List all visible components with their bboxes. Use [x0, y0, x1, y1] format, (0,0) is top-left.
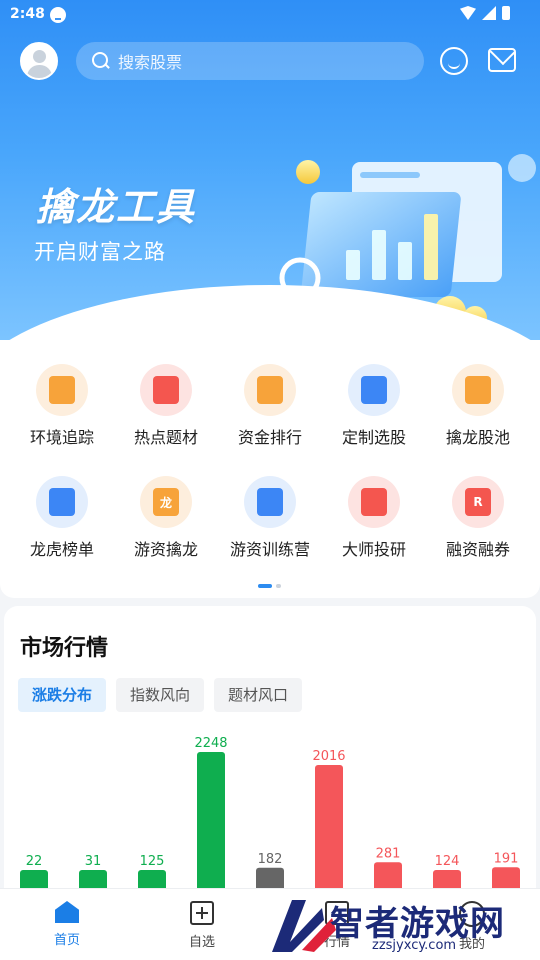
feature-item[interactable]: 大师投研	[322, 476, 426, 560]
hot-icon	[140, 364, 192, 416]
cellular-icon	[482, 6, 496, 20]
dragon-book-icon: 龙	[140, 476, 192, 528]
chart-value-label: 124	[435, 854, 460, 869]
coin-icon	[296, 160, 320, 184]
nav-watchlist[interactable]: 自选	[167, 901, 237, 950]
document-icon	[348, 364, 400, 416]
chart-value-label: 125	[140, 854, 165, 869]
search-placeholder: 搜索股票	[118, 53, 183, 72]
feature-item[interactable]: 游资训练营	[218, 476, 322, 560]
chart-value-label: 281	[376, 846, 401, 861]
feature-item[interactable]: 定制选股	[322, 364, 426, 448]
chart-doc-icon	[36, 364, 88, 416]
feature-label: 擒龙股池	[445, 428, 510, 447]
feature-label: 融资融券	[445, 540, 510, 559]
training-book-icon	[244, 476, 296, 528]
chat-icon[interactable]	[440, 47, 468, 75]
chart-value-label: 2248	[194, 736, 227, 751]
status-bar: 2:48	[0, 0, 540, 30]
feature-label: 游资擒龙	[133, 540, 198, 559]
feature-item[interactable]: 热点题材	[114, 364, 218, 448]
market-card: 市场行情 涨跌分布 指数风向 题材风口 22 31 125 2248 182 2016 281 1…	[4, 606, 536, 896]
feature-label: 资金排行	[237, 428, 302, 447]
market-tab[interactable]: 涨跌分布	[18, 678, 107, 712]
hero-banner: 2:48 搜索股票 擒龙工具 开启财富之路	[0, 0, 540, 340]
feature-item[interactable]: 资金排行	[218, 364, 322, 448]
list-doc-icon	[452, 364, 504, 416]
research-doc-icon	[348, 476, 400, 528]
chart-value-label: 2016	[312, 749, 345, 764]
nav-watchlist-label: 自选	[188, 935, 215, 950]
feature-grid-card: 环境追踪 热点题材 资金排行 定制选股 擒龙股池 龙虎榜单龙游资擒龙 游资训练营 大师投研 R 融…	[0, 340, 540, 598]
margin-ticket-icon: R	[452, 476, 504, 528]
battery-icon	[502, 6, 510, 20]
avatar[interactable]	[20, 42, 58, 80]
top-bar: 搜索股票	[20, 42, 520, 80]
search-icon	[92, 52, 110, 70]
search-bar[interactable]: 搜索股票	[76, 42, 424, 80]
feature-item[interactable]: R 融资融券	[426, 476, 530, 560]
download-icon	[50, 7, 66, 23]
feature-grid: 环境追踪 热点题材 资金排行 定制选股 擒龙股池 龙虎榜单龙游资擒龙 游资训练营 大师投研 R 融…	[10, 364, 530, 560]
market-tab[interactable]: 题材风口	[214, 678, 303, 712]
market-tab[interactable]: 指数风向	[116, 678, 205, 712]
home-icon	[55, 901, 79, 923]
chart-bar	[197, 752, 225, 896]
status-time: 2:48	[10, 6, 45, 22]
trend-shield-icon	[244, 364, 296, 416]
chart-bar	[315, 765, 343, 896]
rise-fall-chart: 22 31 125 2248 182 2016 281 124 191	[20, 736, 520, 896]
mail-icon[interactable]	[488, 48, 516, 72]
feature-label: 热点题材	[133, 428, 198, 447]
page-indicator	[258, 584, 281, 588]
feature-label: 大师投研	[341, 540, 406, 559]
feature-label: 环境追踪	[29, 428, 94, 447]
watchlist-icon	[190, 901, 214, 925]
feature-item[interactable]: 龙游资擒龙	[114, 476, 218, 560]
book-icon	[36, 476, 88, 528]
nav-home-label: 首页	[53, 933, 80, 948]
chart-value-label: 31	[85, 854, 102, 869]
nav-home[interactable]: 首页	[32, 901, 102, 948]
banner-subtitle: 开启财富之路	[34, 240, 166, 264]
banner-title: 擒龙工具	[36, 185, 197, 229]
wifi-icon	[460, 6, 476, 20]
feature-item[interactable]: 龙虎榜单	[10, 476, 114, 560]
feature-item[interactable]: 擒龙股池	[426, 364, 530, 448]
feature-label: 龙虎榜单	[29, 540, 94, 559]
feature-item[interactable]: 环境追踪	[10, 364, 114, 448]
watermark-url: zzsjyxcy.com	[372, 938, 457, 953]
feature-label: 游资训练营	[229, 540, 310, 559]
market-title: 市场行情	[20, 636, 109, 661]
chart-value-label: 182	[258, 852, 283, 867]
feature-label: 定制选股	[341, 428, 406, 447]
market-tabs: 涨跌分布 指数风向 题材风口	[18, 678, 303, 712]
chart-value-label: 191	[494, 851, 519, 866]
chart-value-label: 22	[26, 854, 43, 869]
